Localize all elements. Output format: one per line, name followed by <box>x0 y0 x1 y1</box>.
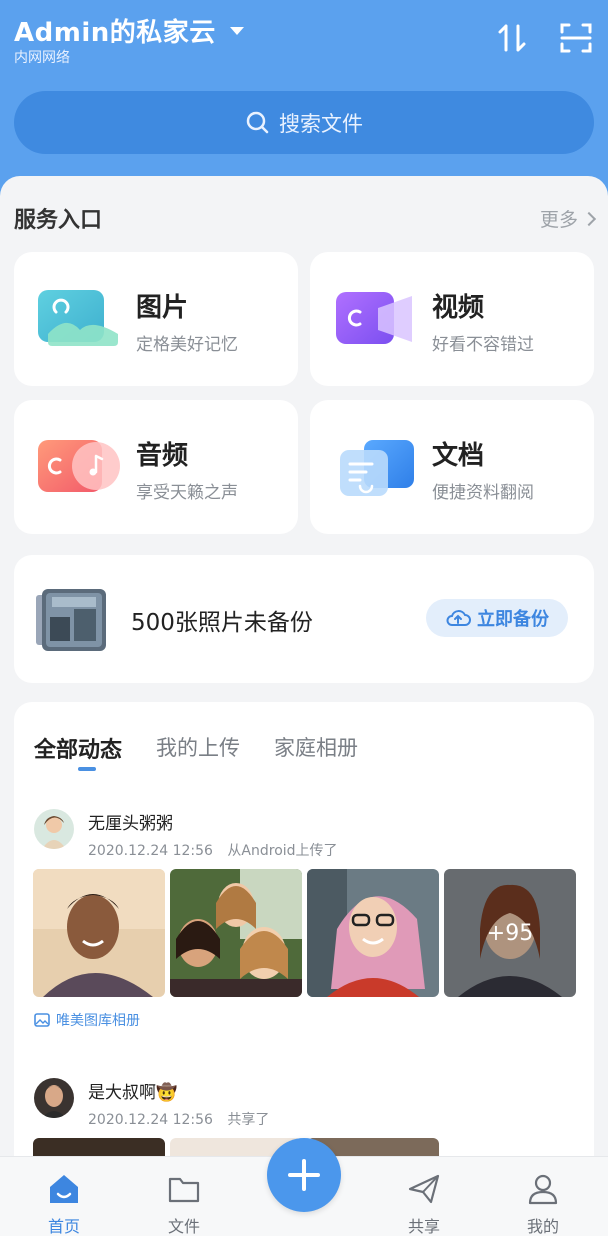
post-time: 2020.12.24 12:56 <box>88 1112 213 1128</box>
nav-home[interactable]: 首页 <box>24 1173 104 1236</box>
scan-icon[interactable] <box>558 20 594 56</box>
service-title: 图片 <box>136 293 189 323</box>
nav-label[interactable]: 我的 <box>503 1213 583 1236</box>
post-header: 是大叔啊🤠 2020.12.24 12:56 共享了 <box>34 1078 279 1129</box>
video-icon <box>336 292 412 344</box>
tab-my-uploads[interactable]: 我的上传 <box>156 732 240 764</box>
post-username[interactable]: 无厘头粥粥 <box>88 809 348 834</box>
services-title: 服务入口 <box>14 208 103 233</box>
user-emoji: 🤠 <box>156 1083 178 1103</box>
service-subtitle: 好看不容错过 <box>432 335 534 355</box>
feed-tabs: 全部动态 我的上传 家庭相册 <box>34 732 392 771</box>
service-subtitle: 定格美好记忆 <box>136 335 238 355</box>
search-placeholder: 搜索文件 <box>279 111 363 136</box>
nav-label[interactable]: 共享 <box>384 1213 464 1236</box>
add-button[interactable] <box>267 1138 341 1212</box>
post-action: 从Android上传了 <box>227 843 338 859</box>
tab-all-activity[interactable]: 全部动态 <box>34 732 122 771</box>
post-photo-grid: +95 <box>33 869 576 997</box>
service-subtitle: 享受天籁之声 <box>136 483 238 503</box>
nav-share[interactable]: 共享 <box>384 1173 464 1236</box>
backup-message: 500张照片未备份 <box>131 610 313 636</box>
audio-icon <box>38 440 120 492</box>
avatar[interactable] <box>34 1078 74 1118</box>
nav-files[interactable]: 文件 <box>144 1173 224 1236</box>
plus-icon[interactable] <box>287 1158 321 1192</box>
search-icon <box>246 111 269 133</box>
backup-now-button[interactable]: 立即备份 <box>426 599 568 637</box>
more-link[interactable]: 更多 <box>540 205 597 232</box>
post-time: 2020.12.24 12:56 <box>88 843 213 859</box>
nav-profile[interactable]: 我的 <box>503 1173 583 1236</box>
photo-thumbnail-more[interactable]: +95 <box>444 869 576 997</box>
document-icon <box>340 440 414 496</box>
nav-label[interactable]: 首页 <box>24 1213 104 1236</box>
post-action: 共享了 <box>227 1112 270 1128</box>
post-username[interactable]: 是大叔啊 <box>88 1083 156 1103</box>
album-name[interactable]: 唯美图库相册 <box>56 1010 140 1030</box>
image-icon <box>38 290 118 346</box>
user-icon[interactable] <box>526 1173 560 1205</box>
service-title: 文档 <box>432 441 485 471</box>
photo-thumbnail[interactable] <box>33 869 165 997</box>
dropdown-caret-icon[interactable] <box>229 26 244 35</box>
home-icon[interactable] <box>47 1173 81 1205</box>
paper-plane-icon[interactable] <box>407 1173 441 1205</box>
album-link[interactable]: 唯美图库相册 <box>34 1010 140 1030</box>
app-title[interactable]: Admin的私家云 <box>14 12 216 49</box>
service-card-audio[interactable]: 音频 享受天籁之声 <box>14 400 298 534</box>
backup-photo-thumbnail <box>36 589 106 651</box>
nav-label[interactable]: 文件 <box>144 1213 224 1236</box>
service-card-documents[interactable]: 文档 便捷资料翻阅 <box>310 400 594 534</box>
service-title: 音频 <box>136 441 189 471</box>
post-header: 无厘头粥粥 2020.12.24 12:56 从Android上传了 <box>34 809 348 860</box>
service-subtitle: 便捷资料翻阅 <box>432 483 534 503</box>
tab-family-album[interactable]: 家庭相册 <box>274 732 358 764</box>
backup-banner: 500张照片未备份 立即备份 <box>14 555 594 683</box>
transfer-icon[interactable] <box>494 20 530 56</box>
backup-button-label[interactable]: 立即备份 <box>477 605 549 631</box>
folder-icon[interactable] <box>167 1173 201 1205</box>
service-card-images[interactable]: 图片 定格美好记忆 <box>14 252 298 386</box>
album-icon <box>34 1013 50 1027</box>
service-card-videos[interactable]: 视频 好看不容错过 <box>310 252 594 386</box>
cloud-selector[interactable]: Admin的私家云 <box>14 12 244 49</box>
more-label[interactable]: 更多 <box>540 205 578 232</box>
cloud-upload-icon <box>446 610 471 626</box>
more-photos-count: +95 <box>486 920 534 946</box>
search-bar[interactable]: 搜索文件 <box>14 91 594 154</box>
chevron-right-icon[interactable] <box>581 211 597 226</box>
network-status: 内网网络 <box>14 50 70 66</box>
avatar[interactable] <box>34 809 74 849</box>
photo-thumbnail[interactable] <box>307 869 439 997</box>
photo-thumbnail[interactable] <box>170 869 302 997</box>
service-title: 视频 <box>432 293 485 323</box>
